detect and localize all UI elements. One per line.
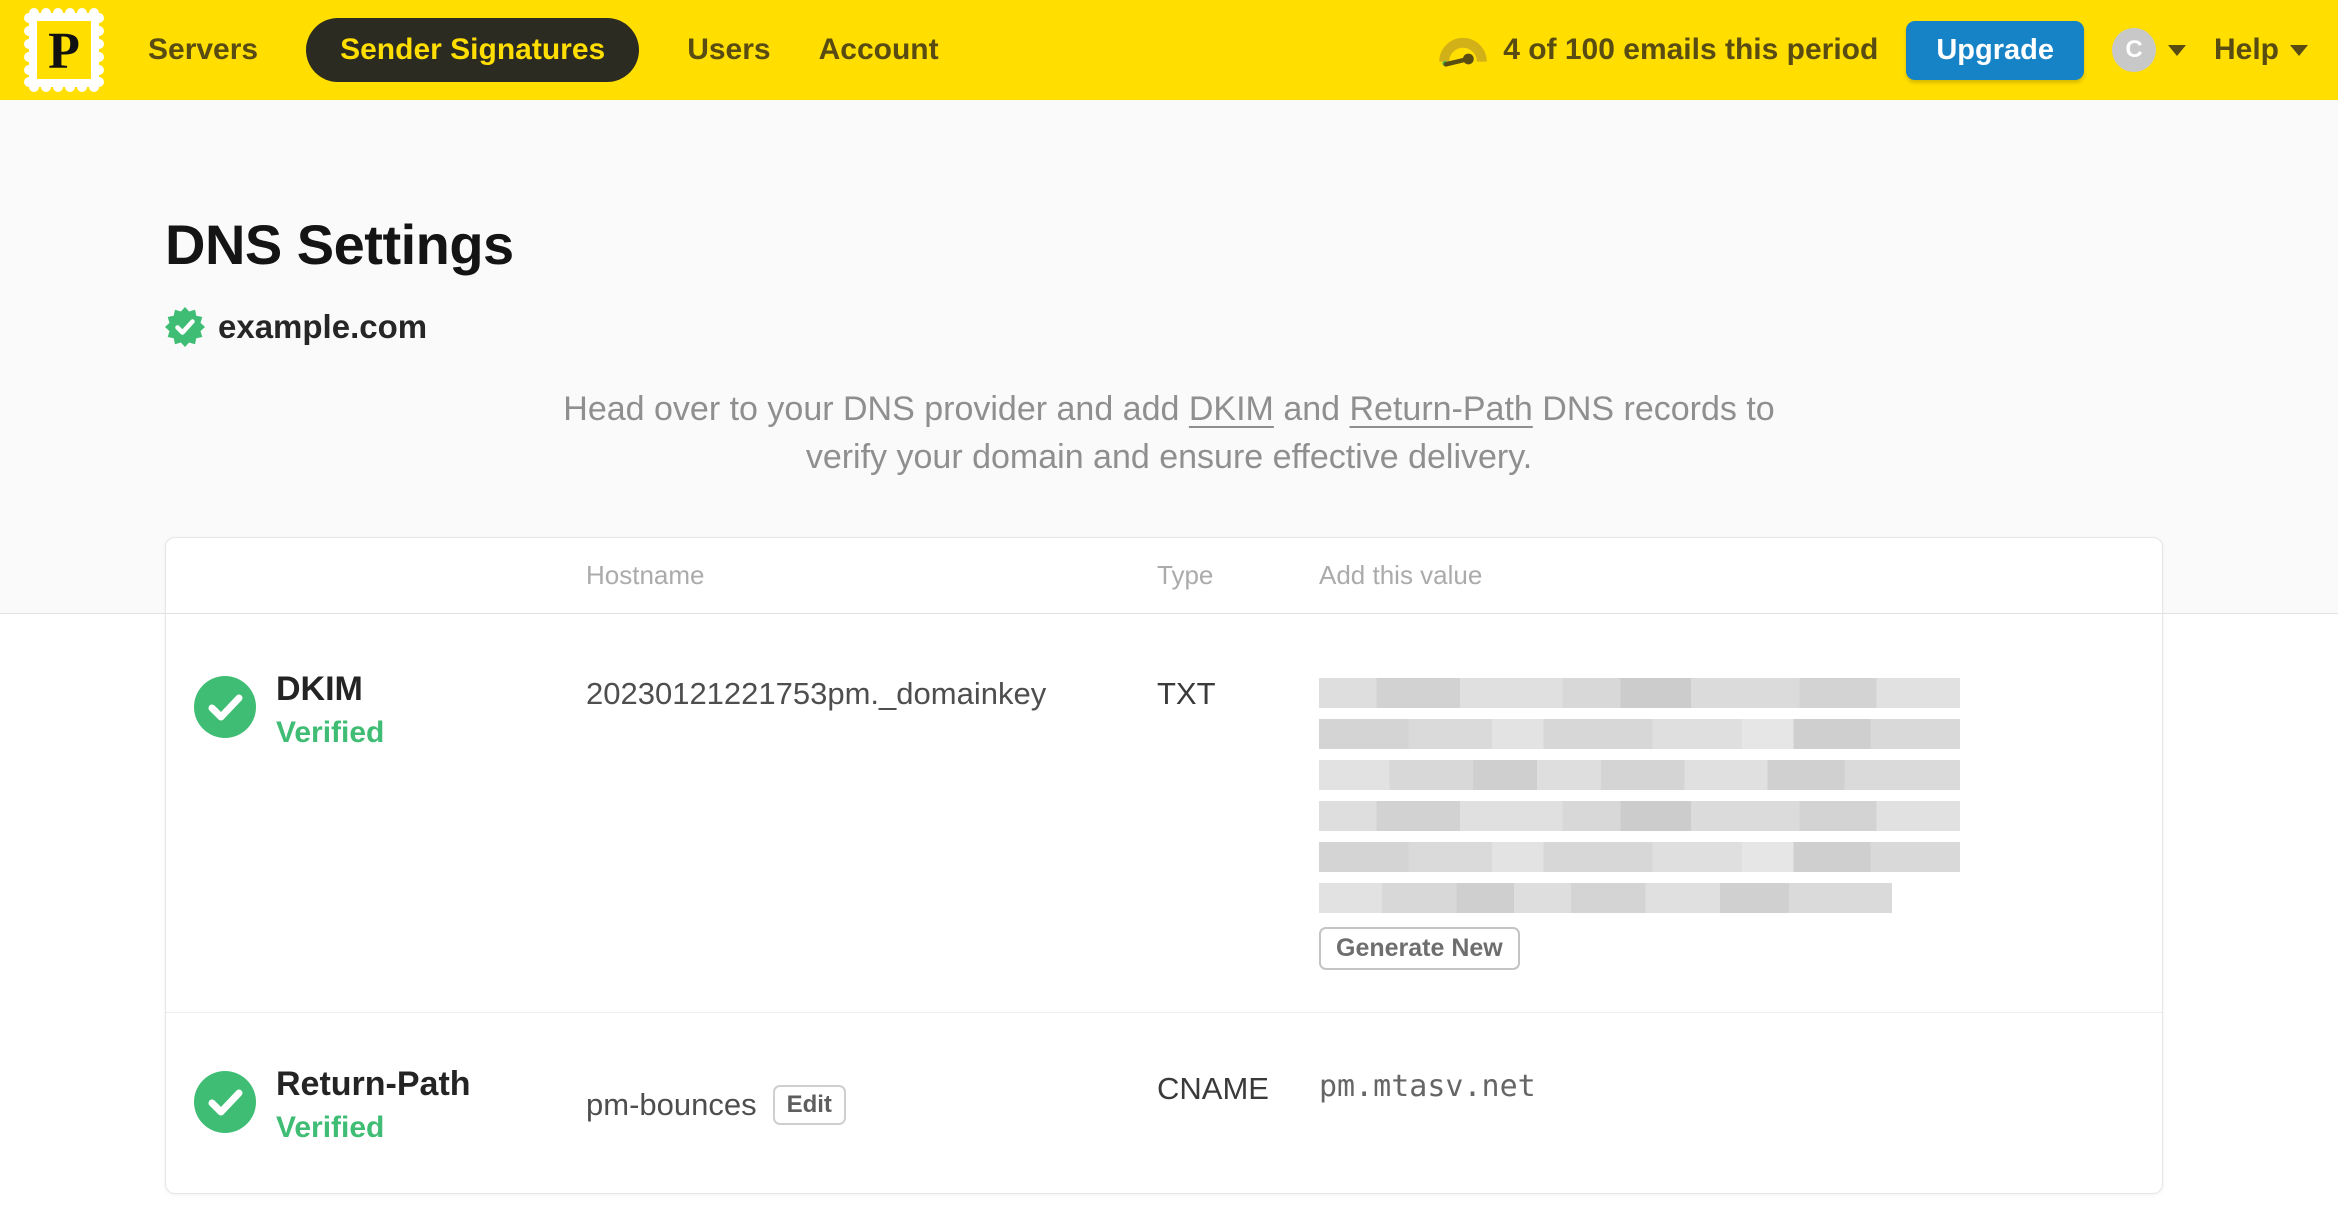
- redacted-dkim-value: [1319, 678, 1960, 913]
- dns-records-card: Hostname Type Add this value DKIM Verifi…: [165, 537, 2163, 1195]
- hostname-column-header: Hostname: [586, 560, 705, 590]
- domain-name: example.com: [218, 308, 428, 345]
- nav-item-users[interactable]: Users: [687, 33, 770, 67]
- instructions-part: Head over to your DNS provider and add: [563, 390, 1189, 428]
- help-menu[interactable]: Help: [2214, 33, 2308, 67]
- account-menu[interactable]: C: [2111, 28, 2186, 72]
- redacted-line: [1319, 760, 1960, 790]
- value-column-header: Add this value: [1319, 560, 1483, 590]
- logo-letter: P: [48, 23, 80, 80]
- type-cell: TXT: [1157, 676, 1216, 711]
- instructions-part: and: [1273, 390, 1350, 428]
- status-badge: Verified: [276, 716, 385, 750]
- dkim-link[interactable]: DKIM: [1189, 390, 1274, 428]
- redacted-line: [1319, 883, 1893, 913]
- chevron-down-icon: [2290, 44, 2308, 56]
- domain-row: example.com: [165, 307, 2338, 347]
- type-cell: CNAME: [1157, 1071, 1269, 1106]
- nav-item-sender-signatures[interactable]: Sender Signatures: [306, 18, 640, 82]
- verified-check-icon: [194, 676, 256, 738]
- hostname-cell: pm-bounces Edit: [586, 1065, 1157, 1145]
- postmark-logo-icon[interactable]: P: [24, 8, 104, 92]
- nav-item-servers[interactable]: Servers: [148, 33, 258, 67]
- edit-button[interactable]: Edit: [772, 1085, 846, 1126]
- help-label: Help: [2213, 33, 2279, 66]
- usage-meter[interactable]: 4 of 100 emails this period: [1437, 30, 1878, 70]
- record-name: Return-Path: [276, 1065, 471, 1103]
- gauge-icon: [1439, 37, 1487, 67]
- navbar-right: 4 of 100 emails this period Upgrade C He…: [1437, 20, 2308, 80]
- generate-new-button[interactable]: Generate New: [1319, 927, 1520, 970]
- redacted-line: [1319, 719, 1960, 749]
- table-row-return-path: Return-Path Verified pm-bounces Edit CNA…: [166, 1012, 2162, 1193]
- redacted-line: [1319, 678, 1960, 708]
- value-cell: Generate New: [1319, 670, 2162, 970]
- record-cell: Return-Path Verified: [166, 1065, 586, 1145]
- top-navbar: P Servers Sender Signatures Users Accoun…: [0, 0, 2338, 100]
- table-row-dkim: DKIM Verified 20230121221753pm._domainke…: [166, 614, 2162, 1012]
- chevron-down-icon: [2167, 44, 2186, 56]
- redacted-line: [1319, 801, 1960, 831]
- upgrade-button[interactable]: Upgrade: [1906, 20, 2084, 80]
- page-title: DNS Settings: [165, 213, 514, 276]
- record-cell: DKIM Verified: [166, 670, 586, 970]
- value-cell: pm.mtasv.net: [1319, 1069, 1536, 1104]
- status-badge: Verified: [276, 1111, 385, 1145]
- primary-nav: Servers Sender Signatures Users Account: [148, 18, 939, 82]
- avatar[interactable]: C: [2111, 28, 2156, 72]
- type-column-header: Type: [1157, 560, 1214, 590]
- avatar-initial: C: [2125, 36, 2143, 63]
- usage-text: 4 of 100 emails this period: [1503, 33, 1879, 66]
- nav-item-account[interactable]: Account: [819, 33, 939, 67]
- table-header-row: Hostname Type Add this value: [166, 538, 2162, 614]
- redacted-line: [1319, 842, 1960, 872]
- hostname-cell: 20230121221753pm._domainkey: [586, 676, 1047, 711]
- record-name: DKIM: [276, 670, 363, 708]
- verified-seal-icon: [165, 307, 205, 347]
- hostname-value: pm-bounces: [586, 1087, 757, 1123]
- return-path-link[interactable]: Return-Path: [1350, 390, 1533, 428]
- instructions-text: Head over to your DNS provider and add D…: [544, 385, 1794, 481]
- verified-check-icon: [194, 1071, 256, 1133]
